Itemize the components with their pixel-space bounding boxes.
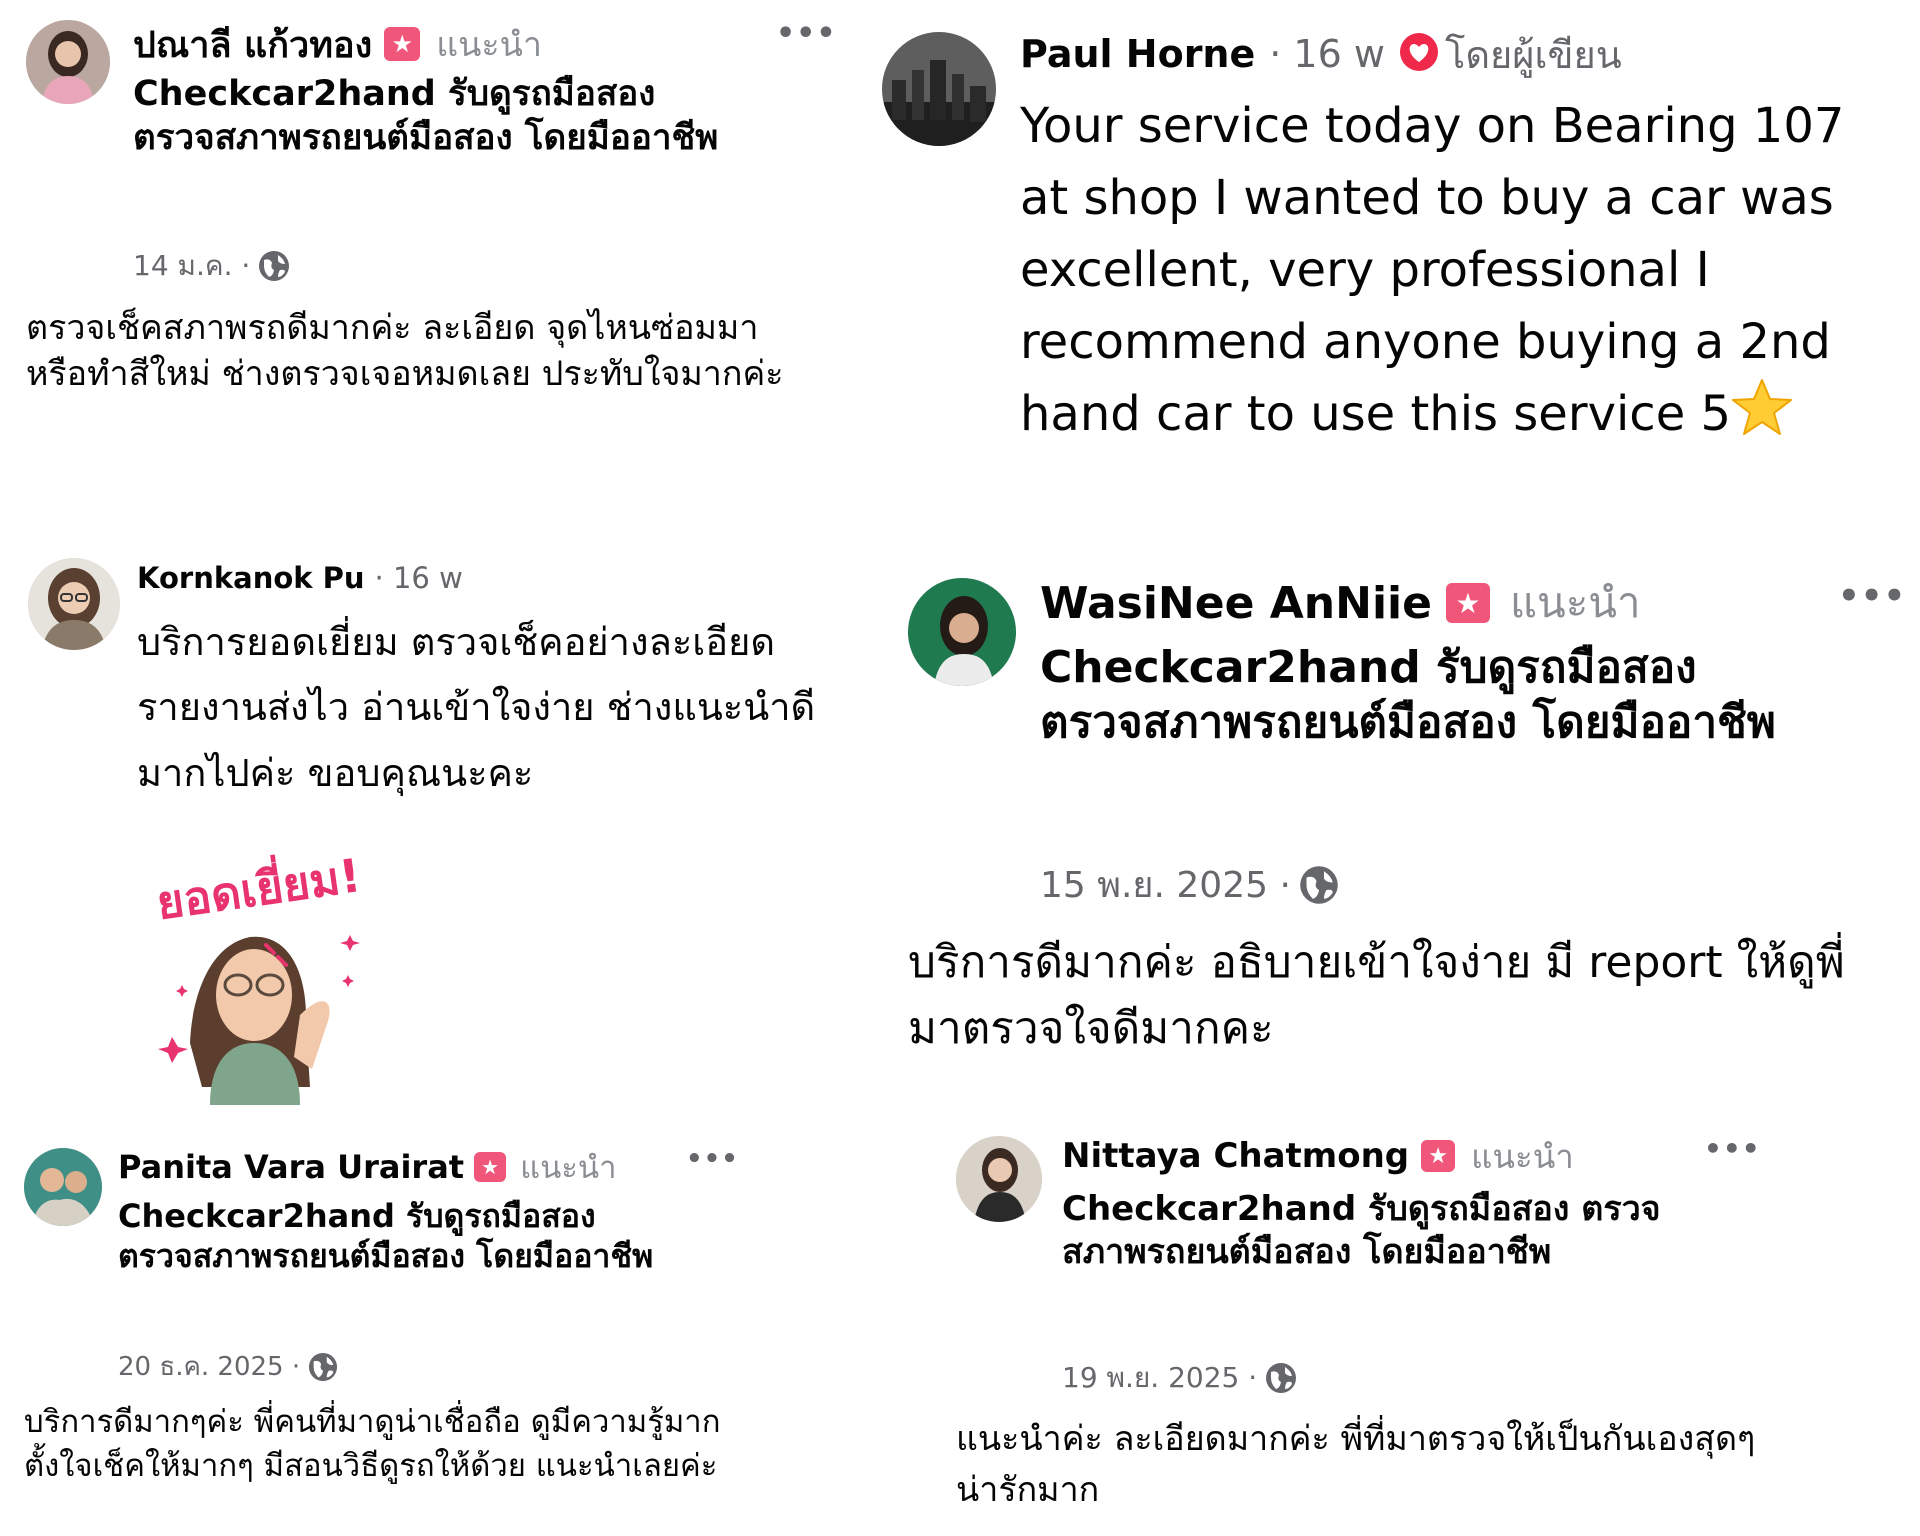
more-options-button[interactable]: ••• <box>686 1144 739 1174</box>
heart-icon <box>1399 32 1439 76</box>
avatar[interactable] <box>24 1148 102 1226</box>
avatar-photo <box>24 1148 102 1226</box>
review-text: Your service today on Bearing 107 at sho… <box>1020 90 1900 456</box>
review-text: บริการดีมากค่ะ อธิบายเข้าใจง่าย มี repor… <box>908 937 1845 1054</box>
review-text: ตรวจเช็คสภาพรถดีมากค่ะ ละเอียด จุดไหนซ่อ… <box>26 308 784 395</box>
author-label: โดยผู้เขียน <box>1444 32 1622 77</box>
avatar[interactable] <box>882 32 996 146</box>
post-time[interactable]: · 16 w <box>1269 32 1385 76</box>
globe-icon <box>1265 1362 1297 1394</box>
more-options-button[interactable]: ••• <box>1838 576 1906 616</box>
avatar-photo <box>908 578 1016 686</box>
avatar-photo <box>26 20 110 104</box>
recommend-label: แนะนำ <box>1471 1136 1574 1176</box>
recommend-star-icon: ★ <box>384 27 421 61</box>
avatar[interactable] <box>28 558 120 650</box>
author-name[interactable]: WasiNee AnNiie <box>1040 578 1432 629</box>
globe-icon <box>308 1352 338 1382</box>
avatar[interactable] <box>908 578 1016 686</box>
star-emoji <box>1731 378 1793 456</box>
author-name[interactable]: Nittaya Chatmong <box>1062 1136 1409 1176</box>
author-name[interactable]: Kornkanok Pu <box>137 561 365 595</box>
page-name-link[interactable]: Checkcar2hand รับดูรถมือสอง ตรวจสภาพรถยน… <box>118 1196 678 1277</box>
review-text: บริการดีมากๆค่ะ พี่คนที่มาดูน่าเชื่อถือ … <box>24 1404 721 1485</box>
avatar[interactable] <box>956 1136 1042 1222</box>
recommend-star-icon: ★ <box>1445 583 1490 623</box>
avatar-photo <box>28 558 120 650</box>
globe-icon <box>1299 865 1339 905</box>
more-options-button[interactable]: ••• <box>1704 1132 1761 1165</box>
avatar-photo <box>882 32 996 146</box>
page-name-link[interactable]: Checkcar2hand รับดูรถมือสอง ตรวจสภาพรถยน… <box>1062 1188 1662 1274</box>
review-text-content: Your service today on Bearing 107 at sho… <box>1020 98 1845 442</box>
page-name-link[interactable]: Checkcar2hand รับดูรถมือสอง ตรวจสภาพรถยน… <box>1040 640 1810 751</box>
review-text: แนะนำค่ะ ละเอียดมากค่ะ พี่ที่มาตรวจให้เป… <box>956 1419 1756 1510</box>
post-date[interactable]: 15 พ.ย. 2025 · <box>1040 856 1291 913</box>
more-options-button[interactable]: ••• <box>776 16 837 51</box>
post-time[interactable]: · 16 w <box>375 561 463 595</box>
avatar-photo <box>956 1136 1042 1222</box>
review-text: บริการยอดเยี่ยม ตรวจเช็คอย่างละเอียด ราย… <box>137 620 816 795</box>
recommend-label: แนะนำ <box>520 1150 617 1186</box>
post-date[interactable]: 19 พ.ย. 2025 · <box>1062 1356 1257 1400</box>
recommend-label: แนะนำ <box>1509 578 1641 627</box>
author-name[interactable]: ปณาลี แก้วทอง <box>133 16 372 73</box>
recommend-label: แนะนำ <box>436 25 542 65</box>
post-date[interactable]: 14 ม.ค. · <box>133 244 250 288</box>
globe-icon <box>258 250 290 282</box>
author-name[interactable]: Panita Vara Urairat <box>118 1148 464 1186</box>
avatar[interactable] <box>26 20 110 104</box>
sticker-excellent[interactable]: ยอดเยี่ยม! <box>150 825 410 1105</box>
post-date[interactable]: 20 ธ.ค. 2025 · <box>118 1346 300 1387</box>
page-name-link[interactable]: Checkcar2hand รับดูรถมือสอง ตรวจสภาพรถยน… <box>133 72 733 160</box>
recommend-star-icon: ★ <box>474 1152 507 1182</box>
author-name[interactable]: Paul Horne <box>1020 32 1255 76</box>
recommend-star-icon: ★ <box>1421 1140 1456 1172</box>
